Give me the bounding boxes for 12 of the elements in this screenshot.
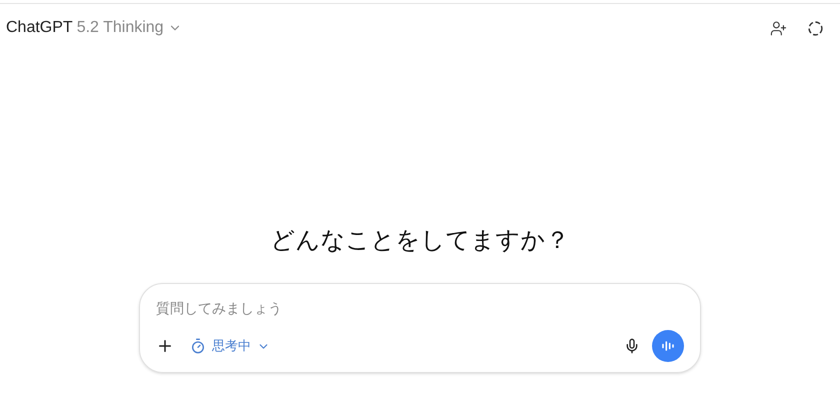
- voice-button[interactable]: [652, 330, 684, 362]
- microphone-button[interactable]: [624, 338, 640, 354]
- message-field[interactable]: 質問してみましょう 思考中: [139, 283, 701, 373]
- add-button[interactable]: [156, 337, 174, 355]
- model-selector[interactable]: ChatGPT 5.2 Thinking: [6, 16, 182, 40]
- welcome-heading: どんなことをしてますか？: [270, 226, 570, 256]
- timer-icon: [190, 338, 206, 354]
- brand-name: ChatGPT: [6, 18, 73, 38]
- waveform-icon: [661, 339, 675, 353]
- mode-label: 思考中: [212, 337, 251, 356]
- thinking-mode-button[interactable]: 思考中: [190, 336, 270, 356]
- model-name: 5.2 Thinking: [76, 18, 164, 38]
